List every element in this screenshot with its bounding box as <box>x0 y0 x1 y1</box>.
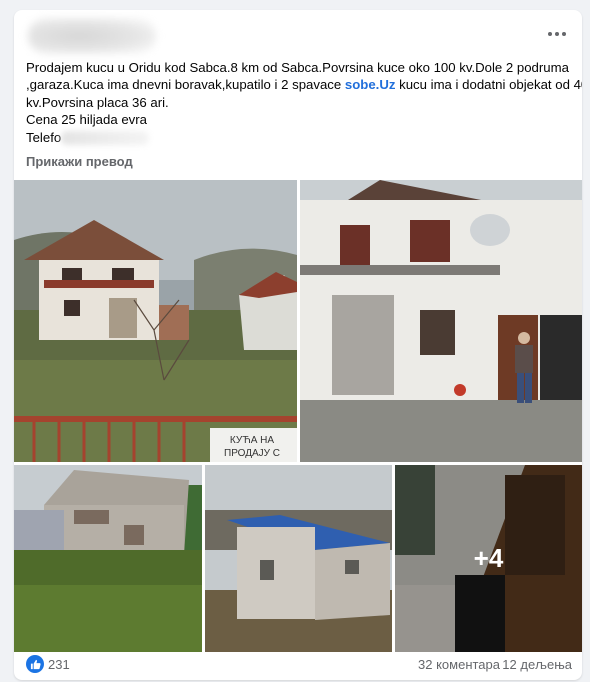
sign-text-line-2: ПРОДАЈУ С <box>224 448 280 459</box>
house-side-image <box>14 465 202 652</box>
photo-interior-more[interactable]: +4 <box>395 465 582 652</box>
photo-house-front[interactable] <box>300 180 582 462</box>
post-text-line: kv.Povrsina placa 36 ari. <box>26 94 169 110</box>
hashtag-link[interactable]: sobe.Uz <box>345 77 396 92</box>
post-text: Prodajem kucu u Oridu kod Sabca.8 km od … <box>26 59 582 146</box>
more-photos-overlay[interactable]: +4 <box>395 465 582 652</box>
translate-link[interactable]: Прикажи превод <box>26 154 133 169</box>
photo-outbuilding[interactable] <box>205 465 392 652</box>
phone-blurred <box>61 131 150 146</box>
photo-grid: КУЋА НА ПРОДАЈУ С +4 <box>14 180 582 652</box>
photo-house-hillside[interactable]: КУЋА НА ПРОДАЈУ С <box>14 180 297 462</box>
reaction-count[interactable]: 231 <box>48 657 70 672</box>
comments-count[interactable]: 32 коментара <box>418 657 500 672</box>
post-text-line: Prodajem kucu u Oridu kod Sabca.8 km od … <box>26 60 569 75</box>
like-icon[interactable] <box>26 655 44 673</box>
post-footer: 231 32 коментара 12 дељења <box>14 652 582 680</box>
thumbs-up-icon <box>30 659 41 669</box>
house-front-image <box>300 180 582 462</box>
post-header <box>14 10 582 60</box>
post-card: Prodajem kucu u Oridu kod Sabca.8 km od … <box>14 10 582 680</box>
post-text-line: Telefo <box>26 129 566 146</box>
house-hillside-image: КУЋА НА ПРОДАЈУ С <box>14 180 297 462</box>
sign-text-line-1: КУЋА НА <box>230 435 275 446</box>
post-text-segment: ,garaza.Kuca ima dnevni boravak,kupatilo… <box>26 77 345 93</box>
outbuilding-image <box>205 465 392 652</box>
post-text-line: Cena 25 hiljada evra <box>26 112 147 128</box>
more-options-icon[interactable] <box>544 24 570 44</box>
post-text-segment: kucu ima i dodatni objekat od 40 <box>395 77 582 93</box>
post-text-line: ,garaza.Kuca ima dnevni boravak,kupatilo… <box>26 76 582 93</box>
author-blurred[interactable] <box>28 18 156 54</box>
photo-house-side[interactable] <box>14 465 202 652</box>
phone-label: Telefo <box>26 129 62 145</box>
shares-count[interactable]: 12 дељења <box>502 657 572 672</box>
